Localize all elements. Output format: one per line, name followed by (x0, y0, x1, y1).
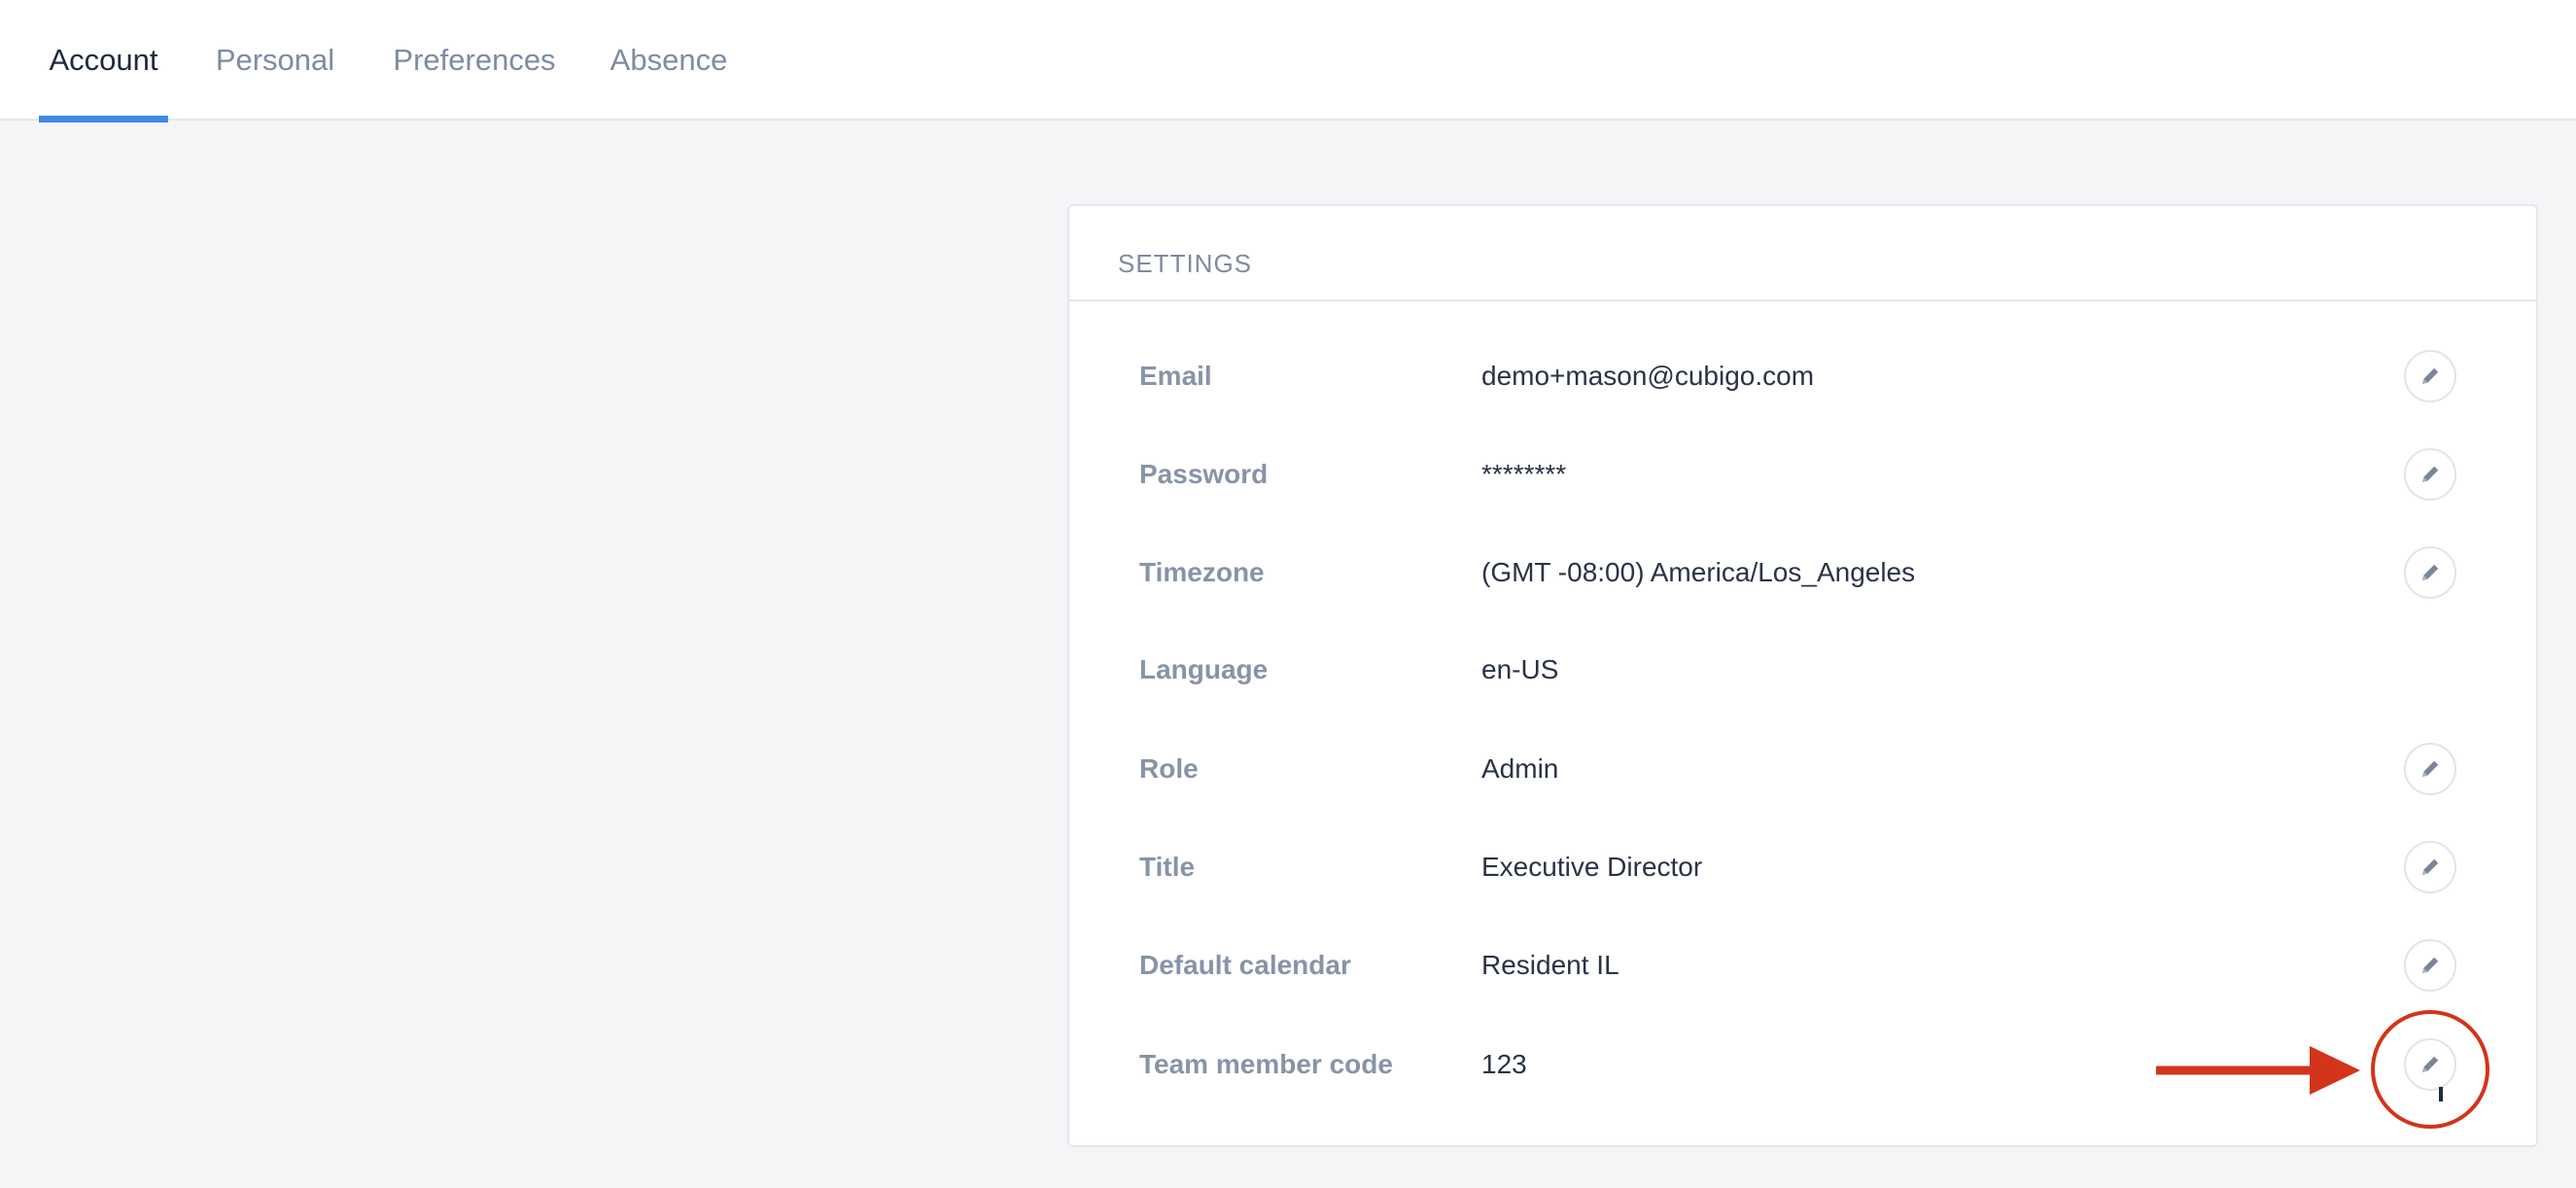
edit-default-calendar-button[interactable] (2404, 939, 2456, 992)
settings-title: SETTINGS (1118, 249, 1253, 278)
settings-row-title: Title Executive Director (1069, 819, 2536, 916)
pencil-icon (2422, 367, 2439, 384)
row-label: Password (1139, 459, 1269, 489)
tab-label: Preferences (393, 43, 556, 77)
pencil-icon (2422, 1056, 2439, 1072)
row-value: Admin (1481, 753, 1559, 784)
row-value: ******** (1481, 459, 1567, 489)
pencil-icon (2422, 564, 2439, 580)
row-label: Language (1139, 654, 1269, 684)
tab-preferences[interactable]: Preferences (383, 0, 566, 121)
edit-password-button[interactable] (2404, 448, 2456, 501)
tab-label: Account (49, 43, 158, 77)
tab-absence[interactable]: Absence (603, 0, 735, 121)
tab-account[interactable]: Account (39, 0, 168, 122)
edit-title-button[interactable] (2404, 841, 2456, 893)
pencil-icon (2422, 466, 2439, 482)
edit-team-member-code-button[interactable] (2404, 1038, 2456, 1091)
tab-label: Absence (609, 43, 728, 77)
edit-email-button[interactable] (2404, 350, 2456, 402)
row-value: demo+mason@cubigo.com (1481, 361, 1815, 391)
edit-role-button[interactable] (2404, 743, 2456, 795)
settings-row-timezone: Timezone (GMT -08:00) America/Los_Angele… (1069, 524, 2536, 621)
row-label: Team member code (1139, 1049, 1393, 1079)
pencil-icon (2422, 858, 2439, 875)
settings-row-password: Password ******** (1069, 426, 2536, 523)
settings-card-header: SETTINGS (1069, 206, 2536, 301)
settings-row-role: Role Admin (1069, 720, 2536, 818)
row-label: Default calendar (1139, 950, 1351, 980)
row-value: en-US (1481, 654, 1559, 684)
settings-row-email: Email demo+mason@cubigo.com (1069, 328, 2536, 425)
top-tab-bar: Account Personal Preferences Absence (0, 0, 2576, 122)
row-value: 123 (1481, 1049, 1527, 1079)
row-label: Role (1139, 753, 1199, 784)
settings-card: SETTINGS Email demo+mason@cubigo.com Pas… (1067, 204, 2538, 1147)
active-tab-indicator (39, 116, 168, 122)
settings-row-default-calendar: Default calendar Resident IL (1069, 917, 2536, 1014)
row-value: Resident IL (1481, 950, 1619, 980)
settings-row-language: Language en-US (1069, 621, 2536, 718)
row-value: Executive Director (1481, 852, 1703, 882)
row-value: (GMT -08:00) America/Los_Angeles (1481, 557, 1916, 587)
pencil-icon (2422, 760, 2439, 777)
edit-timezone-button[interactable] (2404, 546, 2456, 599)
pencil-icon (2422, 957, 2439, 973)
tab-label: Personal (215, 43, 335, 77)
row-label: Timezone (1139, 557, 1265, 587)
tab-personal[interactable]: Personal (206, 0, 344, 121)
row-label: Email (1139, 361, 1212, 391)
settings-row-team-member-code: Team member code 123 (1069, 1016, 2536, 1113)
row-label: Title (1139, 852, 1196, 882)
